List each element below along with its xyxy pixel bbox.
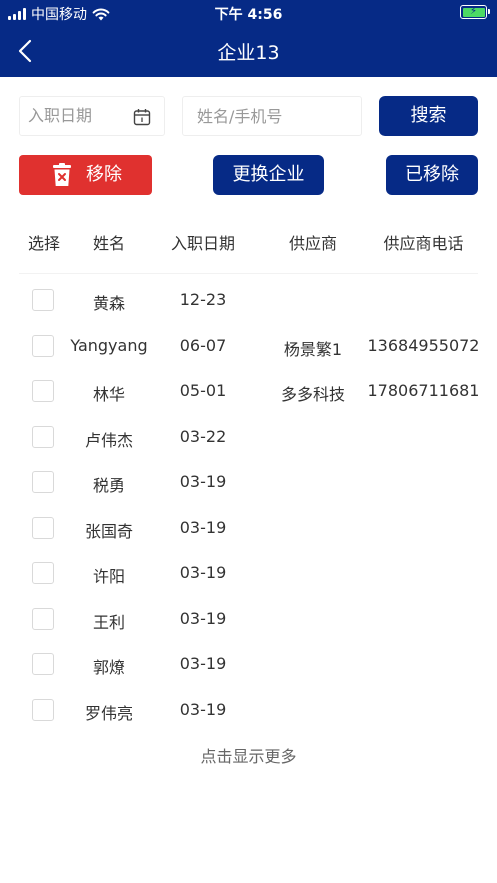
row-supplier: 多多科技 xyxy=(280,385,345,404)
header-name: 姓名 xyxy=(92,234,125,253)
header-divider xyxy=(19,273,478,274)
row-checkbox[interactable] xyxy=(32,335,54,357)
table-row: 罗伟亮 03-19 xyxy=(0,690,497,730)
row-name: 黄森 xyxy=(92,294,125,313)
table-row: 税勇 03-19 xyxy=(0,462,497,502)
change-company-button[interactable]: 更换企业 xyxy=(213,155,324,195)
table-row: 林华 05-01 多多科技 17806711681 xyxy=(0,371,497,411)
row-hire-date: 05-01 xyxy=(179,381,227,400)
remove-button[interactable]: 移除 xyxy=(19,155,152,195)
row-name: 林华 xyxy=(92,385,125,404)
row-hire-date: 03-19 xyxy=(179,609,227,628)
header-supplier-phone: 供应商电话 xyxy=(383,234,464,253)
row-hire-date: 03-19 xyxy=(179,563,227,582)
table-row: 王利 03-19 xyxy=(0,599,497,639)
header-supplier: 供应商 xyxy=(288,234,337,253)
search-button[interactable]: 搜索 xyxy=(379,96,478,136)
row-supplier-phone: 17806711681 xyxy=(367,381,480,400)
row-checkbox[interactable] xyxy=(32,380,54,402)
row-checkbox[interactable] xyxy=(32,289,54,311)
table-row: 卢伟杰 03-22 xyxy=(0,417,497,457)
battery-icon: ⚡ xyxy=(460,5,490,19)
row-checkbox[interactable] xyxy=(32,471,54,493)
remove-button-label: 移除 xyxy=(86,164,122,185)
status-bar: 中国移动 下午 4:56 ⚡ xyxy=(0,0,497,26)
row-checkbox[interactable] xyxy=(32,608,54,630)
header-hire-date: 入职日期 xyxy=(170,234,235,253)
row-hire-date: 06-07 xyxy=(179,336,227,355)
header: 中国移动 下午 4:56 ⚡ 企业13 xyxy=(0,0,497,77)
row-checkbox[interactable] xyxy=(32,653,54,675)
calendar-icon xyxy=(133,109,151,126)
hire-date-filter[interactable]: 入职日期 xyxy=(19,96,165,136)
row-name: 王利 xyxy=(92,613,125,632)
row-hire-date: 03-19 xyxy=(179,654,227,673)
row-checkbox[interactable] xyxy=(32,426,54,448)
table-row: 黄森 12-23 xyxy=(0,280,497,320)
row-hire-date: 03-19 xyxy=(179,472,227,491)
row-checkbox[interactable] xyxy=(32,562,54,584)
row-checkbox[interactable] xyxy=(32,699,54,721)
row-name: Yangyang xyxy=(70,336,148,355)
removed-list-button[interactable]: 已移除 xyxy=(386,155,478,195)
row-supplier: 杨景繁1 xyxy=(283,340,343,359)
row-name: 罗伟亮 xyxy=(84,704,133,723)
show-more-link[interactable]: 点击显示更多 xyxy=(0,743,497,767)
hire-date-placeholder: 入职日期 xyxy=(28,106,93,125)
row-name: 郭燎 xyxy=(92,658,125,677)
name-phone-search-input[interactable] xyxy=(182,96,362,136)
row-name: 卢伟杰 xyxy=(84,431,133,450)
row-hire-date: 03-22 xyxy=(179,427,227,446)
row-hire-date: 12-23 xyxy=(179,290,227,309)
row-name: 税勇 xyxy=(92,476,125,495)
row-hire-date: 03-19 xyxy=(179,700,227,719)
table-row: 张国奇 03-19 xyxy=(0,508,497,548)
table-row: 许阳 03-19 xyxy=(0,553,497,593)
header-select: 选择 xyxy=(27,234,60,253)
row-name: 张国奇 xyxy=(84,522,133,541)
table-row: Yangyang 06-07 杨景繁1 13684955072 xyxy=(0,326,497,366)
page-title: 企业13 xyxy=(217,42,280,64)
row-name: 许阳 xyxy=(92,567,125,586)
row-checkbox[interactable] xyxy=(32,517,54,539)
status-time: 下午 4:56 xyxy=(214,7,283,23)
row-supplier-phone: 13684955072 xyxy=(367,336,480,355)
trash-icon xyxy=(53,163,71,186)
row-hire-date: 03-19 xyxy=(179,518,227,537)
table-row: 郭燎 03-19 xyxy=(0,644,497,684)
